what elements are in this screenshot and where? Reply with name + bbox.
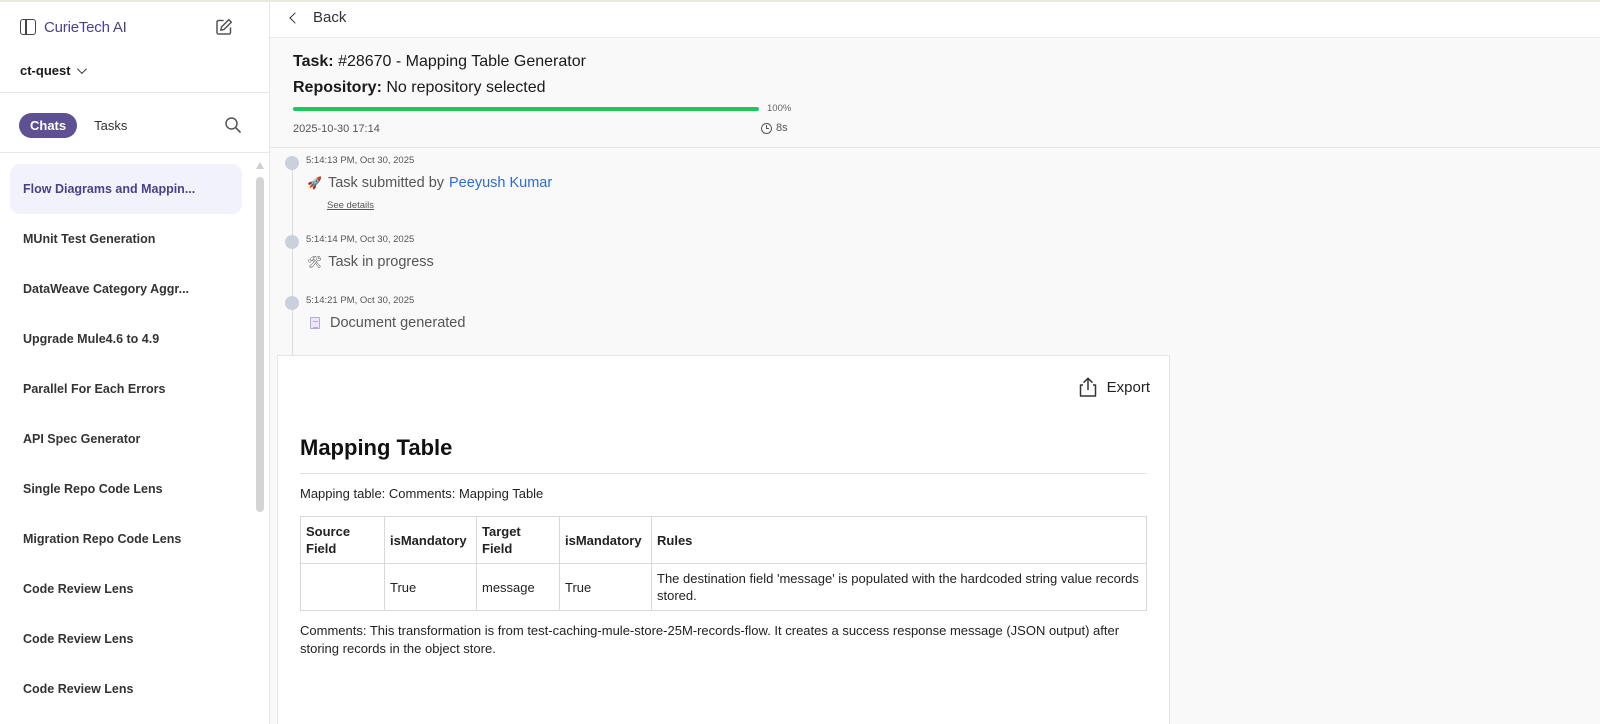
sidebar-tabs: Chats Tasks xyxy=(19,113,138,138)
brand: CurieTech AI xyxy=(20,16,127,38)
chat-list-item[interactable]: DataWeave Category Aggr... xyxy=(10,264,242,314)
event-label: Document generated xyxy=(330,315,466,331)
sidebar-toggle-icon[interactable] xyxy=(20,19,36,35)
search-icon[interactable] xyxy=(224,116,242,134)
table-row: True message True The destination field … xyxy=(300,563,1147,611)
timeline-dot xyxy=(285,235,299,249)
export-label: Export xyxy=(1106,378,1150,396)
table-cell: True xyxy=(559,563,652,611)
table-cell: message xyxy=(476,563,560,611)
progress-percent: 100% xyxy=(767,103,792,114)
divider xyxy=(270,147,1600,148)
export-upload-icon xyxy=(1079,377,1096,397)
chevron-down-icon xyxy=(76,64,87,75)
clock-icon xyxy=(761,122,772,134)
mapping-table: Source Field isMandatory Target Field is… xyxy=(300,516,1147,611)
workspace-name: ct-quest xyxy=(20,63,71,78)
event-time: 5:14:13 PM, Oct 30, 2025 xyxy=(306,155,415,166)
column-header: Rules xyxy=(651,516,1147,564)
event-text: Document generated xyxy=(307,315,465,331)
column-header: isMandatory xyxy=(384,516,477,564)
tools-icon: 🛠 xyxy=(307,255,323,269)
timeline-dot xyxy=(285,156,299,170)
chat-list-item[interactable]: Single Repo Code Lens xyxy=(10,464,242,514)
document-icon xyxy=(310,317,320,329)
event-text: 🛠 Task in progress xyxy=(307,254,434,270)
column-header: isMandatory xyxy=(559,516,652,564)
document-comments: Comments: This transformation is from te… xyxy=(300,623,1120,656)
document-card: Export Mapping Table Mapping table: Comm… xyxy=(277,355,1170,724)
task-label: Task: xyxy=(293,53,334,70)
divider xyxy=(0,152,269,153)
task-title: Task: #28670 - Mapping Table Generator xyxy=(293,53,586,71)
chevron-left-icon xyxy=(289,11,301,24)
chat-list-item[interactable]: MUnit Test Generation xyxy=(10,214,242,264)
chat-list-item[interactable]: Code Review Lens xyxy=(10,614,242,664)
scrollbar-thumb[interactable] xyxy=(256,177,264,512)
chat-list-item[interactable]: Parallel For Each Errors xyxy=(10,364,242,414)
rocket-icon: 🚀 xyxy=(307,176,322,190)
timeline-line xyxy=(292,166,293,356)
chat-list-item[interactable]: Code Review Lens xyxy=(10,664,242,714)
document-intro: Mapping table: Comments: Mapping Table xyxy=(300,486,544,501)
duration-value: 8s xyxy=(776,122,788,134)
chat-list: Flow Diagrams and Mappin... MUnit Test G… xyxy=(10,164,242,714)
table-cell: True xyxy=(384,563,477,611)
event-label: Task in progress xyxy=(328,254,434,270)
back-label: Back xyxy=(313,9,347,26)
repository-value: No repository selected xyxy=(386,79,546,96)
chat-list-item[interactable]: Code Review Lens xyxy=(10,564,242,614)
divider xyxy=(0,92,269,93)
column-header: Source Field xyxy=(300,516,385,564)
tab-tasks[interactable]: Tasks xyxy=(83,113,138,138)
chat-list-item[interactable]: Flow Diagrams and Mappin... xyxy=(10,164,242,214)
main-panel: Back Task: #28670 - Mapping Table Genera… xyxy=(270,2,1600,724)
sidebar: CurieTech AI ct-quest Chats Tasks Flow D… xyxy=(0,2,270,724)
tab-chats[interactable]: Chats xyxy=(19,113,78,138)
event-time: 5:14:21 PM, Oct 30, 2025 xyxy=(306,295,415,306)
event-label: Task submitted by xyxy=(327,175,445,191)
table-cell xyxy=(300,563,385,611)
chat-list-scrollbar[interactable] xyxy=(255,162,265,512)
task-duration: 8s xyxy=(761,122,788,134)
event-time: 5:14:14 PM, Oct 30, 2025 xyxy=(306,234,415,245)
scroll-up-arrow-icon[interactable] xyxy=(256,162,264,169)
table-cell: The destination field 'message' is popul… xyxy=(651,563,1147,611)
divider xyxy=(300,473,1147,474)
event-text: 🚀 Task submitted by Peeyush Kumar xyxy=(307,175,552,191)
back-button[interactable]: Back xyxy=(288,9,346,26)
see-details-link[interactable]: See details xyxy=(327,200,374,211)
progress-fill xyxy=(293,107,759,111)
task-date: 2025-10-30 17:14 xyxy=(293,123,380,135)
column-header: Target Field xyxy=(476,516,560,564)
timeline-dot xyxy=(285,296,299,310)
document-heading: Mapping Table xyxy=(300,435,453,460)
chat-list-item[interactable]: API Spec Generator xyxy=(10,414,242,464)
progress-bar xyxy=(293,107,759,111)
chat-list-item[interactable]: Migration Repo Code Lens xyxy=(10,514,242,564)
user-link[interactable]: Peeyush Kumar xyxy=(449,175,552,191)
table-header-row: Source Field isMandatory Target Field is… xyxy=(300,516,1147,564)
brand-name: CurieTech AI xyxy=(44,18,127,36)
repository-label: Repository: xyxy=(293,79,382,96)
chat-list-item[interactable]: Upgrade Mule4.6 to 4.9 xyxy=(10,314,242,364)
task-value: #28670 - Mapping Table Generator xyxy=(338,53,586,70)
repository-line: Repository: No repository selected xyxy=(293,79,546,97)
export-button[interactable]: Export xyxy=(1077,376,1150,398)
back-bar: Back xyxy=(270,2,1600,38)
new-chat-edit-icon[interactable] xyxy=(214,17,234,37)
workspace-selector[interactable]: ct-quest xyxy=(20,63,87,78)
